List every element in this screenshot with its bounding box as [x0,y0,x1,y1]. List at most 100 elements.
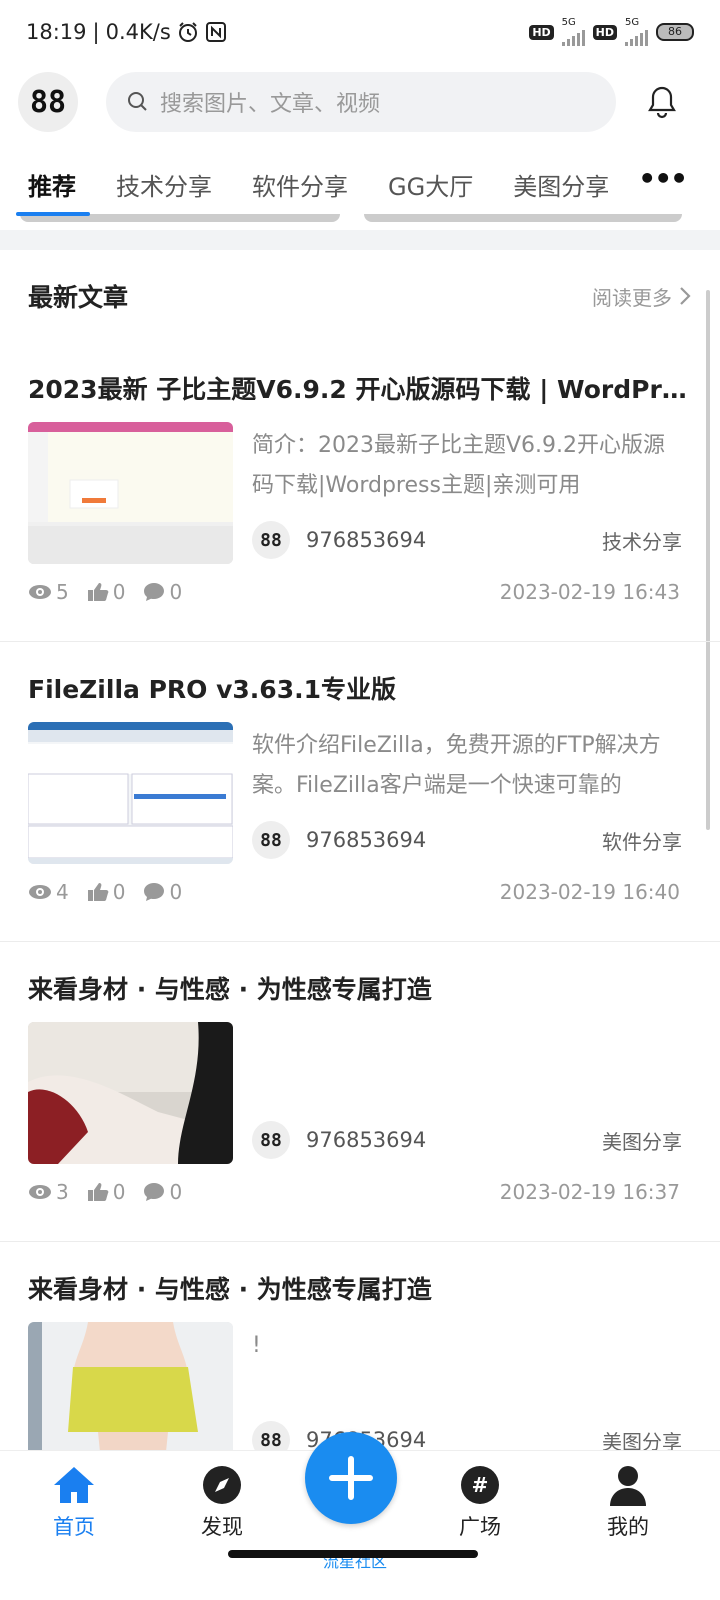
user-icon [606,1463,650,1507]
search-placeholder: 搜索图片、文章、视频 [160,92,381,117]
nfc-icon [205,22,226,42]
article-card[interactable]: 来看身材 · 与性感 · 为性感专属打造 ! 88 976853694 美图分享 [0,1242,720,1450]
view-count: 3 [56,1180,69,1204]
article-title[interactable]: 来看身材 · 与性感 · 为性感专属打造 [28,1270,688,1306]
article-category[interactable]: 美图分享 [602,1426,682,1451]
author-avatar[interactable]: 88 [252,1421,290,1450]
status-speed: 0.4K/s [105,20,171,44]
hashtag-icon: # [458,1463,502,1507]
status-time: 18:19 [26,20,87,44]
eye-icon [29,885,51,899]
status-left: 18:19 | 0.4K/s [26,20,227,44]
comment-icon[interactable] [143,882,165,902]
article-title[interactable]: 2023最新 子比主题V6.9.2 开心版源码下载 | WordPress主题 [28,370,688,406]
svg-text:#: # [472,1473,489,1497]
hd-badge-2: HD [592,24,617,40]
author-name[interactable]: 976853694 [306,828,426,852]
tab-underline-shadow [364,214,682,222]
section-title: 最新文章 [28,283,129,312]
article-category[interactable]: 软件分享 [602,826,682,855]
article-excerpt: 简介：2023最新子比主题V6.9.2开心版源码下载|Wordpress主题|亲… [252,433,666,498]
author-row: 88 976853694 美图分享 [252,1418,682,1450]
author-avatar[interactable]: 88 [252,521,290,559]
article-thumbnail[interactable] [28,1322,233,1450]
nav-square[interactable]: # 广场 [430,1463,530,1541]
author-name[interactable]: 976853694 [306,528,426,552]
search-input[interactable]: 搜索图片、文章、视频 [106,72,616,132]
battery-icon: 86 [656,23,694,41]
comment-icon[interactable] [143,1182,165,1202]
section-separator [0,230,720,250]
author-row: 88 976853694 软件分享 [252,818,682,862]
read-more-link[interactable]: 阅读更多 [592,282,692,311]
tab-pictures[interactable]: 美图分享 [513,167,609,202]
tab-software[interactable]: 软件分享 [252,167,348,202]
eye-icon [29,1185,51,1199]
article-card[interactable]: FileZilla PRO v3.63.1专业版 软件介绍FileZilla，免… [0,642,720,942]
article-stats: 5 0 0 2023-02-19 16:43 [28,574,680,610]
signal-bars-icon [561,28,585,46]
article-date: 2023-02-19 16:37 [499,1180,680,1204]
thumbs-up-icon[interactable] [87,882,109,902]
home-icon [52,1463,96,1507]
nav-me[interactable]: 我的 [578,1463,678,1541]
view-count: 4 [56,880,69,904]
article-thumbnail[interactable] [28,1022,233,1164]
article-title[interactable]: FileZilla PRO v3.63.1专业版 [28,670,688,706]
article-stats: 4 0 0 2023-02-19 16:40 [28,874,680,910]
comment-count: 0 [169,1180,183,1204]
article-excerpt: 软件介绍FileZilla，免费开源的FTP解决方案。FileZilla客户端是… [252,733,661,798]
compass-icon [200,1463,244,1507]
author-row: 88 976853694 技术分享 [252,518,682,562]
thumbs-up-icon[interactable] [87,1182,109,1202]
signal-bars-icon [625,28,648,46]
article-category[interactable]: 美图分享 [602,1126,682,1155]
alarm-icon [178,22,197,42]
chevron-right-icon [680,287,691,305]
hd-badge: HD [529,24,554,40]
bell-icon[interactable] [644,84,680,120]
plus-icon [329,1456,373,1500]
eye-icon [29,585,51,599]
article-thumbnail[interactable] [28,422,233,564]
article-card[interactable]: 2023最新 子比主题V6.9.2 开心版源码下载 | WordPress主题 … [0,342,720,642]
view-count: 5 [56,580,69,604]
user-avatar[interactable]: 88 [18,72,78,132]
like-count: 0 [112,1180,126,1204]
tab-recommend[interactable]: 推荐 [28,167,76,202]
article-card[interactable]: 来看身材 · 与性感 · 为性感专属打造 88 976853694 美图分享 3… [0,942,720,1242]
article-stats: 3 0 0 2023-02-19 16:37 [28,1174,680,1210]
comment-count: 0 [169,880,183,904]
like-count: 0 [112,580,126,604]
nav-discover[interactable]: 发现 [172,1463,272,1541]
article-thumbnail[interactable] [28,722,233,864]
status-bar: 18:19 | 0.4K/s HD 5G HD 5G 86 [0,0,720,64]
author-row: 88 976853694 美图分享 [252,1118,682,1162]
comment-count: 0 [169,580,183,604]
comment-icon[interactable] [143,582,165,602]
author-avatar[interactable]: 88 [252,1121,290,1159]
create-post-button[interactable] [305,1432,397,1524]
article-title[interactable]: 来看身材 · 与性感 · 为性感专属打造 [28,970,688,1006]
header: 88 搜索图片、文章、视频 [0,70,720,134]
category-tabs: 推荐 技术分享 软件分享 GG大厅 美图分享 [0,150,720,218]
article-date: 2023-02-19 16:40 [499,880,680,904]
signal-1: 5G [561,18,585,46]
tab-gg-hall[interactable]: GG大厅 [388,167,473,202]
like-count: 0 [112,880,126,904]
home-indicator[interactable] [228,1550,478,1558]
signal-2: 5G [625,18,648,46]
article-category[interactable]: 技术分享 [602,526,682,555]
search-icon [128,92,147,111]
article-excerpt: ! [252,1333,261,1358]
article-date: 2023-02-19 16:43 [499,580,680,604]
status-right: HD 5G HD 5G 86 [529,18,694,46]
thumbs-up-icon[interactable] [87,582,109,602]
author-avatar[interactable]: 88 [252,821,290,859]
tab-active-indicator [16,212,90,216]
author-name[interactable]: 976853694 [306,1128,426,1152]
tab-tech[interactable]: 技术分享 [116,167,212,202]
latest-articles-header: 最新文章 阅读更多 [0,272,720,320]
nav-home[interactable]: 首页 [24,1463,124,1541]
more-icon[interactable]: ••• [638,162,688,195]
